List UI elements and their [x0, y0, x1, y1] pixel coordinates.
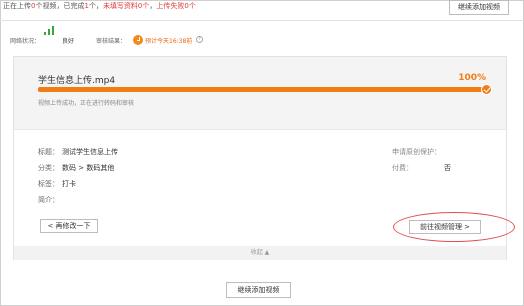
- continue-add-video-button-top[interactable]: 继续添加视频: [449, 0, 509, 15]
- network-label: 网络状况：: [10, 38, 41, 45]
- help-icon[interactable]: ?: [196, 36, 203, 43]
- meta-intro: 简介：: [38, 195, 62, 205]
- upload-status-bar: 正在上传0个视频，已完成1个，未填写资料0个，上传失败0个 继续添加视频: [1, 0, 523, 20]
- audit-eta: 预计今天16:38前: [145, 38, 193, 45]
- status-mid2: 个，: [88, 2, 103, 10]
- paid-label: 付费：: [392, 164, 413, 172]
- failed-count: 上传失败0个: [156, 2, 196, 10]
- status-mid1: 个视频，已完成: [35, 2, 85, 10]
- collapse-toggle[interactable]: 收起 ▲: [14, 247, 506, 256]
- panel-divider: [14, 129, 506, 130]
- top-divider: [0, 20, 524, 21]
- status-prefix: 正在上传: [3, 2, 31, 10]
- paid-value: 否: [444, 164, 451, 172]
- clock-icon: [133, 35, 143, 45]
- edit-again-button[interactable]: < 再修改一下: [40, 219, 98, 233]
- category-value: 数码 > 数码其他: [62, 164, 115, 172]
- highlight-ellipse: [393, 212, 515, 242]
- original-protection-label: 申请原创保护：: [392, 148, 441, 156]
- progress-bar-track: [38, 87, 490, 92]
- category-label: 分类：: [38, 164, 59, 172]
- intro-label: 简介：: [38, 196, 59, 204]
- network-quality: 良好: [62, 38, 75, 45]
- complete-check-icon: [481, 84, 492, 95]
- meta-tag: 标签： 打卡: [38, 179, 76, 189]
- upload-status-note: 视频上传成功，正在进行转码和审核: [38, 100, 135, 107]
- title-label: 标题：: [38, 148, 59, 156]
- unfilled-count: 未填写资料0个: [102, 2, 150, 10]
- video-filename: 学生信息上传.mp4: [38, 76, 116, 86]
- tag-value: 打卡: [62, 180, 76, 188]
- audit-label: 审核结果：: [96, 38, 127, 45]
- tag-label: 标签：: [38, 180, 59, 188]
- upload-progress-section: 学生信息上传.mp4 100% 视频上传成功，正在进行转码和审核: [14, 57, 506, 129]
- meta-title: 标题： 测试学生信息上传: [38, 147, 118, 157]
- upload-status-text: 正在上传0个视频，已完成1个，未填写资料0个，上传失败0个: [3, 1, 196, 11]
- meta-category: 分类： 数码 > 数码其他: [38, 163, 114, 173]
- progress-bar-fill: [38, 87, 490, 92]
- title-value: 测试学生信息上传: [62, 148, 118, 156]
- upload-percent: 100%: [458, 73, 486, 83]
- continue-add-video-button-bottom[interactable]: 继续添加视频: [226, 282, 291, 298]
